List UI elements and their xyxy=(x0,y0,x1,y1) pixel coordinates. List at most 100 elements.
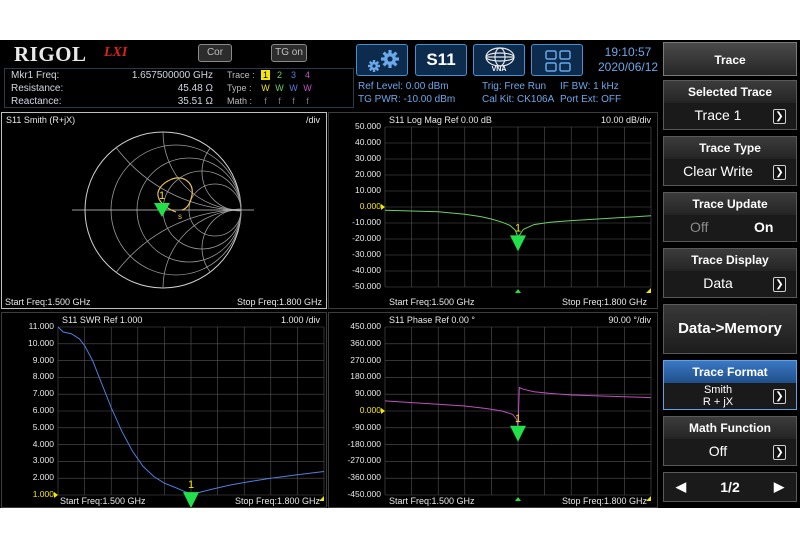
selected-trace-value: Trace 1 xyxy=(694,107,742,123)
smith-chart-panel[interactable]: S11 Smith (R+jX) /div 1 s Start Freq:1.5… xyxy=(1,112,327,309)
trace-update-label: Trace Update xyxy=(664,193,796,215)
phase-marker-triangle[interactable] xyxy=(510,425,526,442)
trace-update-off[interactable]: Off xyxy=(690,219,708,235)
tg-on-button[interactable]: TG on xyxy=(271,44,307,62)
chevron-right-icon[interactable]: ❯ xyxy=(773,389,786,404)
reactance-label: Reactance: xyxy=(11,96,62,107)
phase-marker-label: 1 xyxy=(515,413,521,425)
vna-label: VNA xyxy=(491,66,507,73)
trace-row-label: Trace : xyxy=(227,70,255,80)
trace-type-key[interactable]: Trace Type Clear Write ❯ xyxy=(663,136,797,186)
softkey-menu: Trace Selected Trace Trace 1 ❯ Trace Typ… xyxy=(661,40,800,508)
resistance-label: Resistance: xyxy=(11,83,64,94)
trace-update-key[interactable]: Trace Update Off On xyxy=(663,192,797,242)
phase-start-freq: Start Freq:1.500 GHz xyxy=(389,496,475,506)
trace-format-value-line2: R + jX xyxy=(702,396,734,408)
trace-4-type: W xyxy=(303,83,312,93)
selected-trace-key[interactable]: Selected Trace Trace 1 ❯ xyxy=(663,80,797,130)
trace-3-math: f xyxy=(292,96,295,106)
clock: 19:10:57 2020/06/12 xyxy=(598,45,658,75)
math-function-key[interactable]: Math Function Off ❯ xyxy=(663,416,797,466)
trace-type-label: Trace Type xyxy=(664,137,796,159)
s11-button[interactable]: S11 xyxy=(415,44,467,76)
logmag-marker-triangle[interactable] xyxy=(510,235,526,252)
trace-format-value-line1: Smith xyxy=(703,384,733,396)
if-bandwidth: IF BW: 1 kHz xyxy=(560,81,619,92)
trace-3-number[interactable]: 3 xyxy=(289,70,298,80)
trace-display-value: Data xyxy=(703,275,733,291)
math-function-label: Math Function xyxy=(664,417,796,439)
trace-display-key[interactable]: Trace Display Data ❯ xyxy=(663,248,797,298)
layout-grid-icon xyxy=(545,50,571,72)
trace-4-math: f xyxy=(306,96,309,106)
mkr-freq-value: 1.657500000 GHz xyxy=(131,70,213,81)
rigol-logo: RIGOL xyxy=(14,42,87,66)
ref-level: Ref Level: 0.00 dBm xyxy=(358,81,449,92)
logmag-chart: 1 xyxy=(381,126,652,293)
mkr-freq-label: Mkr1 Freq: xyxy=(11,70,60,81)
logmag-ref-arrow xyxy=(381,204,385,210)
smith-start-freq: Start Freq:1.500 GHz xyxy=(5,297,91,307)
logmag-marker-label: 1 xyxy=(515,222,521,234)
logmag-stop-freq: Stop Freq:1.800 GHz xyxy=(561,297,647,307)
trace-3-type: W xyxy=(289,83,298,93)
page-next-icon[interactable]: ▶ xyxy=(774,479,784,495)
swr-ref-arrow xyxy=(54,492,58,498)
vna-screen: RIGOL LXI Cor TG on S11 VNA 19:10:57 202… xyxy=(0,40,800,508)
menu-page-bar: ◀ 1/2 ▶ xyxy=(663,472,797,502)
trace-4-number[interactable]: 4 xyxy=(303,70,312,80)
logmag-start-freq: Start Freq:1.500 GHz xyxy=(389,297,475,307)
cor-button[interactable]: Cor xyxy=(198,44,232,62)
trace-update-on[interactable]: On xyxy=(754,219,773,235)
smith-marker-label: 1 xyxy=(159,190,165,202)
cal-kit: Cal Kit: CK106A xyxy=(482,94,555,105)
trace-type-value: Clear Write xyxy=(683,163,753,179)
swr-stop-freq: Stop Freq:1.800 GHz xyxy=(234,496,320,506)
measurement-config: Ref Level: 0.00 dBm TG PWR: -10.00 dBm T… xyxy=(356,80,656,110)
resistance-value: 45.48 Ω xyxy=(177,83,213,94)
chevron-right-icon[interactable]: ❯ xyxy=(773,109,786,124)
chevron-right-icon[interactable]: ❯ xyxy=(773,445,786,460)
phase-ref-arrow xyxy=(381,408,385,414)
reactance-value: 35.51 Ω xyxy=(177,96,213,107)
swr-chart: 1 xyxy=(54,326,325,507)
type-row-label: Type : xyxy=(227,83,252,93)
menu-title: Trace xyxy=(663,42,797,76)
trace-1-math: f xyxy=(264,96,267,106)
trace-1-number[interactable]: 1 xyxy=(261,70,270,80)
clock-date: 2020/06/12 xyxy=(598,60,659,74)
logmag-stop-indicator xyxy=(646,288,651,293)
phase-stop-freq: Stop Freq:1.800 GHz xyxy=(561,496,647,506)
lxi-logo: LXI xyxy=(104,45,128,60)
clock-time: 19:10:57 xyxy=(604,45,652,59)
marker-info: Mkr1 Freq: 1.657500000 GHz Resistance: 4… xyxy=(4,68,354,108)
data-memory-key[interactable]: Data->Memory xyxy=(663,304,797,354)
trace-display-label: Trace Display xyxy=(664,249,796,271)
swr-marker-label: 1 xyxy=(188,479,194,491)
trigger-mode: Trig: Free Run xyxy=(482,81,547,92)
logmag-panel[interactable]: S11 Log Mag Ref 0.00 dB 10.00 dB/div 50.… xyxy=(328,112,658,309)
swr-start-freq: Start Freq:1.500 GHz xyxy=(60,496,146,506)
layout-button[interactable] xyxy=(531,44,583,76)
smith-chart: 1 s xyxy=(72,131,254,289)
smith-stop-freq: Stop Freq:1.800 GHz xyxy=(236,297,322,307)
swr-panel[interactable]: S11 SWR Ref 1.000 1.000 /div 11.000 10.00… xyxy=(1,312,327,508)
phase-chart: 1 xyxy=(381,326,652,501)
math-function-value: Off xyxy=(708,443,728,459)
trace-format-key[interactable]: Trace Format Smith R + jX ❯ xyxy=(663,360,797,410)
phase-panel[interactable]: S11 Phase Ref 0.00 ° 90.00 °/div 450.000… xyxy=(328,312,658,508)
port-extension: Port Ext: OFF xyxy=(560,94,622,105)
phase-marker-x-indicator xyxy=(515,497,521,501)
chevron-right-icon[interactable]: ❯ xyxy=(773,165,786,180)
vna-mode-button[interactable]: VNA xyxy=(473,44,525,76)
trace-2-number[interactable]: 2 xyxy=(275,70,284,80)
smith-trace-start-glyph: s xyxy=(178,212,182,221)
trace-1-type: W xyxy=(261,83,270,93)
gear-icon xyxy=(368,50,399,72)
settings-button[interactable] xyxy=(356,44,408,76)
trace-2-type: W xyxy=(275,83,284,93)
chevron-right-icon[interactable]: ❯ xyxy=(773,277,786,292)
trace-2-math: f xyxy=(278,96,281,106)
data-memory-label: Data->Memory xyxy=(678,320,782,337)
trace-format-label: Trace Format xyxy=(664,361,796,383)
